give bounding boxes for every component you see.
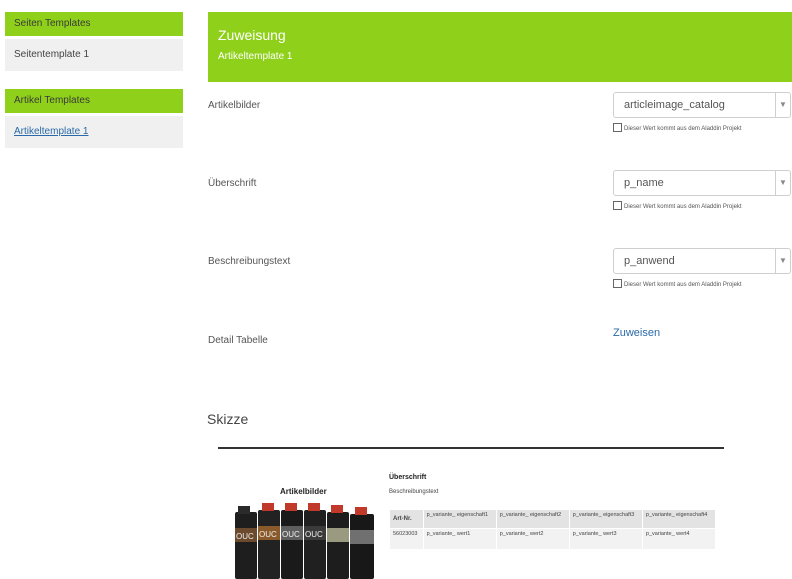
assignment-header: Zuweisung Artikeltemplate 1 [208, 12, 792, 82]
field-label-description: Beschreibungstext [208, 256, 291, 267]
table-cell: p_variante_ wert2 [495, 528, 570, 550]
table-cell: p_variante_ wert3 [568, 528, 643, 550]
aladdin-hint-text: Dieser Wert kommt aus dem Aladdin Projek… [624, 282, 742, 288]
sketch-detail-table: Art-Nr. p_variante_ eigenschaft1 p_varia… [389, 509, 717, 550]
page-subtitle: Artikeltemplate 1 [218, 51, 293, 62]
aladdin-hint-heading: Dieser Wert kommt aus dem Aladdin Projek… [613, 201, 792, 212]
sketch-title: Skizze [207, 411, 249, 427]
aladdin-checkbox-article-images[interactable] [613, 123, 622, 132]
article-templates-header: Artikel Templates [5, 89, 183, 113]
table-header-cell: p_variante_ eigenschaft4 [641, 509, 717, 529]
description-select-value: p_anwend [624, 255, 675, 267]
table-cell: 56023003 [389, 528, 424, 550]
chevron-down-icon[interactable]: ▼ [775, 249, 790, 273]
article-images-select-value: articleimage_catalog [624, 99, 725, 111]
aladdin-hint-description: Dieser Wert kommt aus dem Aladdin Projek… [613, 279, 792, 290]
table-header-cell: p_variante_ eigenschaft3 [568, 509, 643, 529]
field-label-heading: Überschrift [208, 178, 257, 189]
table-header-cell: p_variante_ eigenschaft2 [495, 509, 570, 529]
can-brand-text: OUC [305, 530, 323, 539]
table-cell: p_variante_ wert4 [641, 528, 717, 550]
table-row: 56023003 p_variante_ wert1 p_variante_ w… [389, 528, 717, 550]
sketch-heading: Überschrift [389, 474, 427, 481]
sidebar-item-article-template[interactable]: Artikeltemplate 1 [5, 116, 183, 148]
aladdin-hint-text: Dieser Wert kommt aus dem Aladdin Projek… [624, 126, 742, 132]
can-brand-text: OUC [236, 532, 254, 541]
can-brand-text: OUC [282, 530, 300, 539]
page-templates-header: Seiten Templates [5, 12, 183, 36]
sketch-description: Beschreibungstext [389, 489, 439, 495]
field-label-article-images: Artikelbilder [208, 100, 261, 111]
chevron-down-icon[interactable]: ▼ [775, 93, 790, 117]
aladdin-hint-article-images: Dieser Wert kommt aus dem Aladdin Projek… [613, 123, 792, 134]
sketch-image-label: Artikelbilder [280, 487, 327, 496]
sidebar-item-page-template[interactable]: Seitentemplate 1 [5, 39, 183, 71]
page-title: Zuweisung [218, 27, 286, 43]
product-cans-image: OUC OUC OUC OUC [235, 503, 374, 579]
heading-select-value: p_name [624, 177, 664, 189]
table-header-cell: Art-Nr. [389, 509, 424, 529]
divider [218, 447, 724, 449]
heading-select[interactable]: p_name ▼ [613, 170, 791, 196]
aladdin-checkbox-heading[interactable] [613, 201, 622, 210]
description-select[interactable]: p_anwend ▼ [613, 248, 791, 274]
field-label-detail-table: Detail Tabelle [208, 335, 268, 346]
can-brand-text: OUC [259, 530, 277, 539]
table-cell: p_variante_ wert1 [422, 528, 497, 550]
table-header-cell: p_variante_ eigenschaft1 [422, 509, 497, 529]
chevron-down-icon[interactable]: ▼ [775, 171, 790, 195]
article-images-select[interactable]: articleimage_catalog ▼ [613, 92, 791, 118]
assign-link[interactable]: Zuweisen [613, 327, 660, 339]
table-header-row: Art-Nr. p_variante_ eigenschaft1 p_varia… [389, 509, 717, 529]
aladdin-hint-text: Dieser Wert kommt aus dem Aladdin Projek… [624, 204, 742, 210]
aladdin-checkbox-description[interactable] [613, 279, 622, 288]
